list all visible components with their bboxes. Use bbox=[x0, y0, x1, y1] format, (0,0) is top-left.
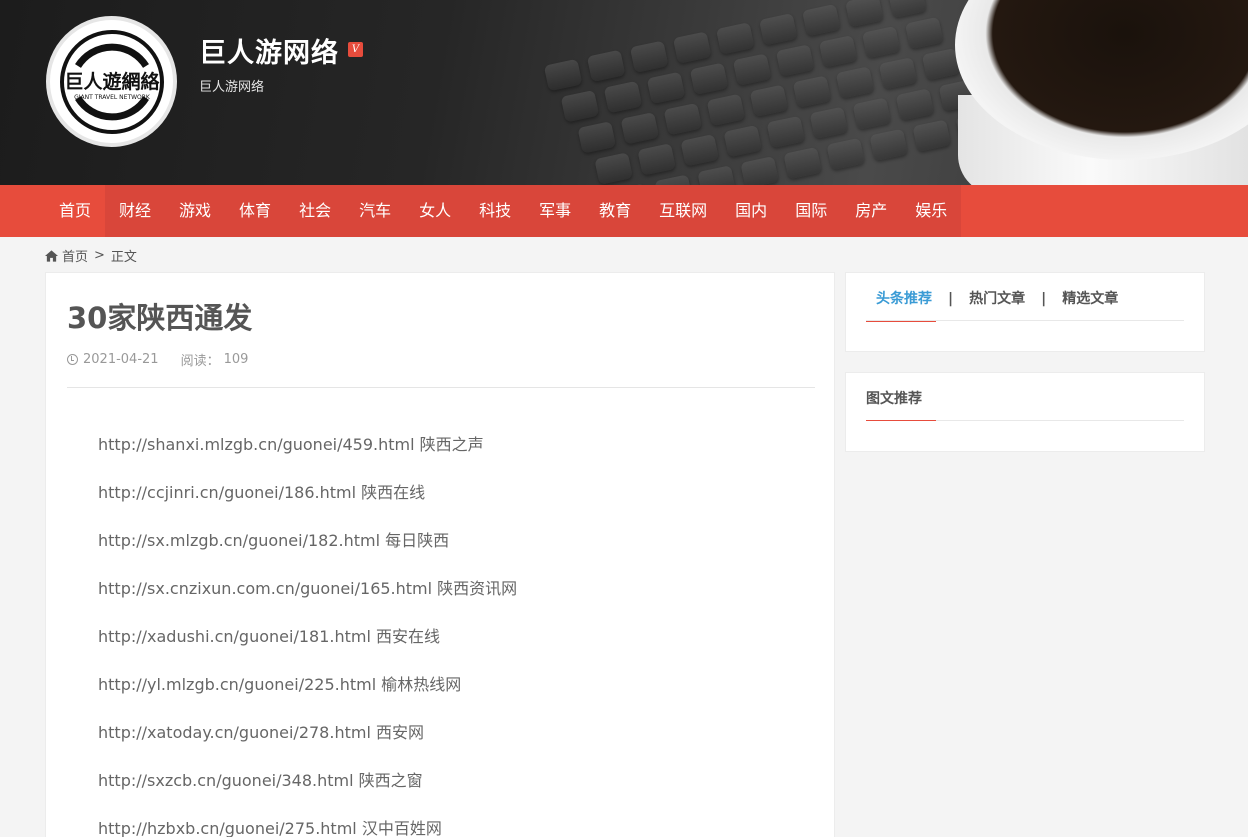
logo-subtext: GIANT TRAVEL NETWORK bbox=[74, 94, 151, 101]
keyboard-key bbox=[723, 124, 763, 158]
keyboard-key bbox=[888, 0, 927, 19]
breadcrumb-home-link[interactable]: 首页 bbox=[62, 246, 88, 265]
keyboard-key bbox=[758, 13, 798, 46]
header-banner: 巨人遊網絡 GIANT TRAVEL NETWORK 巨人游网络 V 巨人游网络 bbox=[0, 0, 1248, 185]
keyboard-key bbox=[586, 49, 626, 83]
keyboard-key bbox=[629, 40, 669, 73]
article-meta: 2021-04-21 阅读： 109 bbox=[67, 350, 248, 369]
keyboard-key bbox=[740, 156, 779, 185]
keyboard-key bbox=[826, 137, 866, 171]
keyboard-key bbox=[835, 66, 875, 99]
nav-item-tech[interactable]: 科技 bbox=[465, 185, 526, 237]
keyboard-key bbox=[852, 97, 892, 130]
keyboard-key bbox=[766, 115, 806, 149]
keyboard-key bbox=[680, 134, 720, 167]
nav-item-auto[interactable]: 汽车 bbox=[345, 185, 406, 237]
nav-item-military[interactable]: 军事 bbox=[525, 185, 586, 237]
keyboard-key bbox=[654, 174, 693, 185]
main-nav: 首页 财经 游戏 体育 社会 汽车 女人 科技 军事 教育 互联网 国内 国际 … bbox=[0, 185, 1248, 237]
keyboard-key bbox=[646, 71, 686, 105]
article-date: 2021-04-21 bbox=[83, 352, 159, 367]
image-recommend-title: 图文推荐 bbox=[866, 389, 1184, 421]
keyboard-key bbox=[809, 106, 849, 140]
article-paragraph: http://yl.mlzgb.cn/guonei/225.html 榆林热线网 bbox=[98, 675, 462, 694]
keyboard-key bbox=[672, 31, 712, 64]
keyboard-key bbox=[775, 44, 815, 77]
logo-emblem: 巨人遊網絡 GIANT TRAVEL NETWORK bbox=[59, 29, 164, 134]
sidebar-tabs: 头条推荐 | 热门文章 | 精选文章 bbox=[866, 289, 1184, 322]
keyboard-key bbox=[895, 88, 935, 121]
tab-separator: | bbox=[948, 291, 954, 307]
nav-item-education[interactable]: 教育 bbox=[585, 185, 646, 237]
keyboard-key bbox=[620, 111, 660, 145]
article-paragraph: http://xatoday.cn/guonei/278.html 西安网 bbox=[98, 723, 424, 742]
breadcrumb: 首页 > 正文 bbox=[45, 246, 137, 265]
site-subtitle: 巨人游网络 bbox=[199, 80, 265, 95]
keyboard-key bbox=[783, 146, 823, 180]
meta-divider bbox=[67, 387, 815, 388]
keyboard-key bbox=[802, 3, 841, 37]
tab-featured[interactable]: 精选文章 bbox=[1052, 289, 1128, 321]
nav-item-finance[interactable]: 财经 bbox=[105, 185, 166, 237]
keyboard-key bbox=[560, 89, 600, 123]
nav-item-games[interactable]: 游戏 bbox=[165, 185, 226, 237]
nav-item-domestic[interactable]: 国内 bbox=[721, 185, 782, 237]
breadcrumb-separator: > bbox=[94, 248, 105, 263]
keyboard-key bbox=[861, 25, 901, 59]
keyboard-key bbox=[663, 102, 703, 136]
nav-item-international[interactable]: 国际 bbox=[781, 185, 842, 237]
keyboard-key bbox=[845, 0, 884, 28]
tab-separator: | bbox=[1041, 291, 1047, 307]
keyboard-decoration bbox=[543, 0, 996, 185]
keyboard-key bbox=[715, 22, 755, 55]
keyboard-key bbox=[869, 128, 909, 162]
breadcrumb-current: 正文 bbox=[110, 250, 137, 265]
nav-item-sports[interactable]: 体育 bbox=[225, 185, 286, 237]
article-paragraph: http://shanxi.mlzgb.cn/guonei/459.html 陕… bbox=[98, 435, 484, 454]
nav-item-women[interactable]: 女人 bbox=[405, 185, 466, 237]
site-title[interactable]: 巨人游网络 bbox=[199, 31, 339, 70]
keyboard-key bbox=[594, 152, 634, 185]
image-recommend-box: 图文推荐 bbox=[845, 372, 1205, 452]
nav-item-internet[interactable]: 互联网 bbox=[645, 185, 722, 237]
keyboard-key bbox=[543, 58, 583, 92]
article-paragraph: http://sx.mlzgb.cn/guonei/182.html 每日陕西 bbox=[98, 531, 450, 550]
article-title: 30家陕西通发 bbox=[67, 301, 253, 335]
keyboard-key bbox=[603, 80, 643, 114]
keyboard-key bbox=[792, 75, 832, 108]
clock-icon bbox=[67, 354, 78, 365]
keyboard-key bbox=[697, 165, 736, 185]
article-panel: 30家陕西通发 2021-04-21 阅读： 109 http://shanxi… bbox=[45, 272, 835, 837]
tab-headlines[interactable]: 头条推荐 bbox=[866, 289, 942, 322]
nav-item-home[interactable]: 首页 bbox=[45, 185, 106, 237]
nav-item-entertainment[interactable]: 娱乐 bbox=[901, 185, 962, 237]
keyboard-key bbox=[904, 16, 944, 50]
tab-popular[interactable]: 热门文章 bbox=[959, 289, 1035, 321]
article-paragraph: http://xadushi.cn/guonei/181.html 西安在线 bbox=[98, 627, 440, 646]
article-paragraph: http://sx.cnzixun.com.cn/guonei/165.html… bbox=[98, 579, 518, 598]
site-logo[interactable]: 巨人遊網絡 GIANT TRAVEL NETWORK bbox=[46, 16, 177, 147]
article-paragraph: http://ccjinri.cn/guonei/186.html 陕西在线 bbox=[98, 483, 426, 502]
article-content: http://shanxi.mlzgb.cn/guonei/459.html 陕… bbox=[98, 433, 517, 837]
keyboard-key bbox=[706, 93, 746, 127]
reads-count: 109 bbox=[223, 352, 249, 367]
nav-item-society[interactable]: 社会 bbox=[285, 185, 346, 237]
article-paragraph: http://sxzcb.cn/guonei/348.html 陕西之窗 bbox=[98, 771, 423, 790]
keyboard-key bbox=[732, 53, 772, 86]
nav-item-realestate[interactable]: 房产 bbox=[841, 185, 902, 237]
keyboard-key bbox=[637, 143, 677, 176]
recommend-tabs-box: 头条推荐 | 热门文章 | 精选文章 bbox=[845, 272, 1205, 352]
keyboard-key bbox=[577, 121, 617, 154]
keyboard-key bbox=[912, 119, 952, 152]
keyboard-key bbox=[689, 62, 729, 96]
verified-badge: V bbox=[348, 42, 363, 57]
keyboard-key bbox=[749, 84, 789, 118]
home-icon bbox=[45, 249, 58, 262]
keyboard-key bbox=[878, 57, 918, 90]
article-paragraph: http://hzbxb.cn/guonei/275.html 汉中百姓网 bbox=[98, 819, 442, 837]
reads-label: 阅读： bbox=[180, 354, 220, 369]
logo-text: 巨人遊網絡 bbox=[64, 70, 160, 93]
keyboard-key bbox=[818, 35, 858, 68]
